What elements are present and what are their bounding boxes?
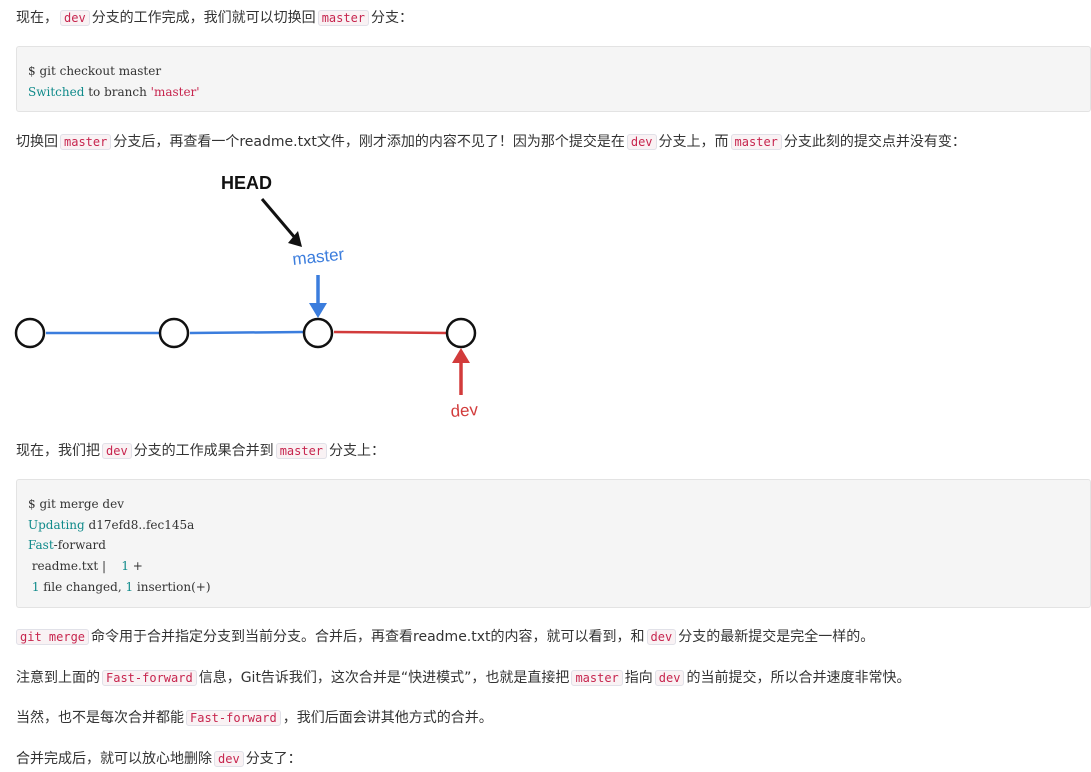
inline-code-master: master <box>317 10 370 26</box>
code-text: insertion(+) <box>133 579 211 594</box>
inline-code-git-merge: git merge <box>16 629 90 645</box>
paragraph-delete-dev: 合并完成后，就可以放心地删除 dev 分支了： <box>16 749 302 769</box>
code-block-checkout: $ git checkout master Switched to branch… <box>16 46 1091 112</box>
text: 分支后，再查看一个readme.txt文件，刚才添加的内容不见了！因为那个提交是… <box>113 134 625 150</box>
code-line: $ git checkout master <box>28 64 162 78</box>
inline-code-master: master <box>730 134 782 150</box>
text: 现在， <box>16 10 58 26</box>
text: 现在，我们把 <box>16 443 100 459</box>
code-line: $ git merge dev <box>28 497 124 511</box>
code-string: 'master' <box>150 84 200 99</box>
inline-code-dev: dev <box>646 629 677 645</box>
text: 分支的工作成果合并到 <box>133 443 274 459</box>
inline-code-dev: dev <box>626 134 657 150</box>
text: 分支上，而 <box>658 134 729 150</box>
paragraph-merge-intro: 现在，我们把 dev 分支的工作成果合并到 master 分支上： <box>16 441 385 461</box>
text: 的当前提交，所以合并速度非常快。 <box>686 670 911 686</box>
inline-code-dev: dev <box>214 751 244 767</box>
master-label: master <box>291 245 345 269</box>
text: 分支上： <box>329 443 386 459</box>
code-text: d17efd8..fec145a <box>84 517 195 532</box>
code-keyword: Fast <box>28 538 54 553</box>
commit-node-2 <box>158 317 190 349</box>
inline-code-dev: dev <box>654 670 685 686</box>
dev-arrow-icon <box>452 348 470 363</box>
dev-label: dev <box>450 400 479 421</box>
commit-node-1 <box>14 317 46 349</box>
text: 注意到上面的 <box>16 670 100 686</box>
text: ，我们后面会讲其他方式的合并。 <box>282 710 493 726</box>
text: 分支的工作完成，我们就可以切换回 <box>91 10 316 26</box>
commit-node-3 <box>302 317 334 349</box>
inline-code-dev: dev <box>60 10 90 26</box>
paragraph-not-always: 当然，也不是每次合并都能 Fast-forward ，我们后面会讲其他方式的合并。 <box>16 708 493 728</box>
code-text: to branch <box>84 84 151 99</box>
inline-code-master: master <box>275 443 328 459</box>
code-text: -forward <box>53 538 106 553</box>
text: 分支此刻的提交点并没有变： <box>783 134 966 150</box>
text: 合并完成后，就可以放心地删除 <box>16 751 212 767</box>
inline-code-master: master <box>571 670 623 686</box>
text: 信息，Git告诉我们，这次合并是“快进模式”，也就是直接把 <box>198 670 570 686</box>
paragraph-switch-back: 现在， dev 分支的工作完成，我们就可以切换回 master 分支： <box>16 8 413 28</box>
commit-link-3 <box>333 330 448 335</box>
commit-link-2 <box>189 330 305 335</box>
text: 切换回 <box>16 134 58 150</box>
branch-diagram: HEAD master dev <box>14 173 479 421</box>
text: 指向 <box>624 670 653 686</box>
code-text: file changed, <box>39 579 126 594</box>
inline-code-dev: dev <box>102 443 132 459</box>
code-block-merge: $ git merge dev Updating d17efd8..fec145… <box>16 479 1091 608</box>
text: 分支： <box>371 10 414 26</box>
head-label: HEAD <box>221 173 272 193</box>
text: 当然，也不是每次合并都能 <box>16 710 184 726</box>
code-number: 1 <box>125 579 134 594</box>
commit-node-4 <box>445 317 477 349</box>
text: 分支了： <box>245 751 302 767</box>
code-keyword: Switched <box>28 84 85 99</box>
paragraph-after-switch: 切换回 master 分支后，再查看一个readme.txt文件，刚才添加的内容不见… <box>16 132 966 152</box>
code-text: readme.txt | <box>28 559 122 574</box>
master-arrow-icon <box>309 303 327 318</box>
code-number: 1 <box>121 559 129 574</box>
code-text: + <box>128 559 143 574</box>
inline-code-fast-forward: Fast-forward <box>186 710 281 726</box>
paragraph-git-merge: git merge 命令用于合并指定分支到当前分支。合并后，再查看readme.t… <box>16 627 874 647</box>
head-arrow-line <box>260 198 298 240</box>
text: 命令用于合并指定分支到当前分支。合并后，再查看readme.txt的内容，就可以… <box>91 629 645 645</box>
inline-code-fast-forward: Fast-forward <box>102 670 197 686</box>
code-keyword: Updating <box>28 517 85 532</box>
code-number: 1 <box>28 579 40 594</box>
text: 分支的最新提交是完全一样的。 <box>678 629 875 645</box>
inline-code-master: master <box>60 134 112 150</box>
paragraph-fast-forward: 注意到上面的 Fast-forward 信息，Git告诉我们，这次合并是“快进模式”… <box>16 668 910 688</box>
